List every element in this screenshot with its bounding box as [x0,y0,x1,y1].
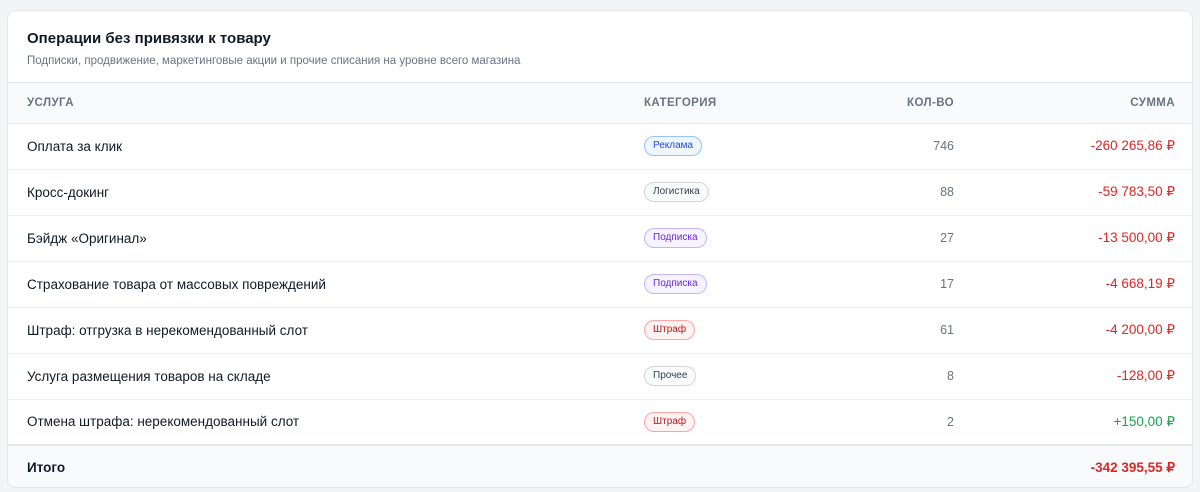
sum-cell: -59 783,50 ₽ [954,169,1192,216]
sum-cell: -128,00 ₽ [954,353,1192,400]
sum-cell: -4 668,19 ₽ [954,261,1192,308]
category-cell: Логистика [644,169,854,216]
service-cell: Кросс-докинг [8,169,644,216]
card-header: Операции без привязки к товару Подписки,… [8,11,1192,83]
table-header: УСЛУГА КАТЕГОРИЯ КОЛ-ВО СУММА [8,83,1192,124]
qty-cell: 27 [854,215,954,262]
service-cell: Страхование товара от массовых поврежден… [8,261,644,308]
column-header-service[interactable]: УСЛУГА [8,83,644,124]
qty-cell: 17 [854,261,954,308]
category-cell: Подписка [644,215,854,262]
category-cell: Подписка [644,261,854,308]
total-row: Итого -342 395,55 ₽ [8,445,1192,487]
category-badge: Подписка [644,228,707,248]
table-row[interactable]: Страхование товара от массовых поврежден… [8,261,1192,308]
card-title: Операции без привязки к товару [27,30,271,47]
qty-cell: 8 [854,353,954,400]
service-cell: Услуга размещения товаров на складе [8,353,644,400]
category-cell: Прочее [644,353,854,400]
category-badge: Прочее [644,366,697,386]
service-cell: Бэйдж «Оригинал» [8,215,644,262]
category-badge: Логистика [644,182,709,202]
operations-table: УСЛУГА КАТЕГОРИЯ КОЛ-ВО СУММА Оплата за … [8,83,1192,487]
category-cell: Штраф [644,307,854,354]
category-badge: Штраф [644,320,696,340]
qty-cell: 746 [854,123,954,170]
table-row[interactable]: Кросс-докинг Логистика 88 -59 783,50 ₽ [8,169,1192,216]
total-label: Итого [27,460,66,475]
category-badge: Штраф [644,411,696,432]
table-row[interactable]: Бэйдж «Оригинал» Подписка 27 -13 500,00 … [8,215,1192,262]
operations-card: Операции без привязки к товару Подписки,… [7,10,1193,488]
column-header-category[interactable]: КАТЕГОРИЯ [644,83,854,124]
category-cell: Штраф [644,399,854,446]
sum-cell: +150,00 ₽ [954,399,1192,446]
sum-cell: -13 500,00 ₽ [954,215,1192,262]
total-spacer-qty [854,445,954,487]
sum-cell: -4 200,00 ₽ [954,307,1192,354]
service-cell: Оплата за клик [8,123,644,170]
total-sum: -342 395,55 ₽ [1090,459,1175,475]
sum-cell: -260 265,86 ₽ [954,123,1192,170]
service-cell: Штраф: отгрузка в нерекомендованный слот [8,307,644,354]
card-subtitle: Подписки, продвижение, маркетинговые акц… [27,55,521,67]
qty-cell: 2 [854,399,954,446]
qty-cell: 88 [854,169,954,216]
table-row[interactable]: Отмена штрафа: нерекомендованный слот Шт… [8,399,1192,446]
column-header-sum[interactable]: СУММА [954,83,1192,124]
column-header-qty[interactable]: КОЛ-ВО [854,83,954,124]
table-row[interactable]: Оплата за клик Реклама 746 -260 265,86 ₽ [8,123,1192,170]
total-spacer-category [644,445,854,487]
service-cell: Отмена штрафа: нерекомендованный слот [8,399,644,446]
category-cell: Реклама [644,123,854,170]
category-badge: Реклама [644,136,703,156]
table-body: Оплата за клик Реклама 746 -260 265,86 ₽… [8,123,1192,487]
qty-cell: 61 [854,307,954,354]
table-row[interactable]: Услуга размещения товаров на складе Проч… [8,353,1192,400]
category-badge: Подписка [644,274,707,294]
table-row[interactable]: Штраф: отгрузка в нерекомендованный слот… [8,307,1192,354]
